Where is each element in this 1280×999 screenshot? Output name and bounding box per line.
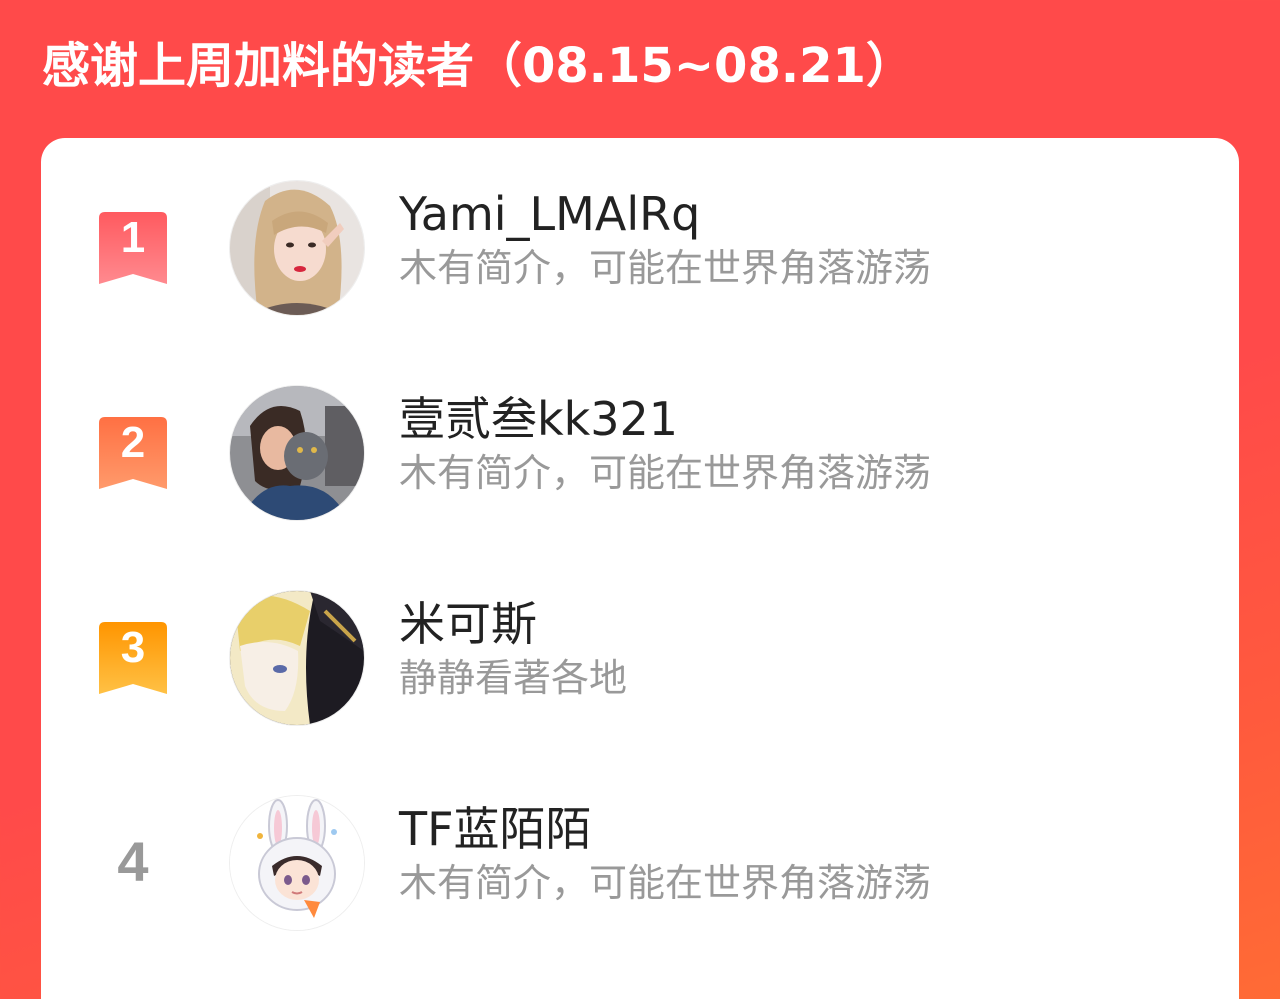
reader-name: 壹贰叁kk321 xyxy=(399,392,679,446)
list-item[interactable]: 2 壹贰叁kk321 木有简介，可能在世界角落游荡 xyxy=(41,383,1239,523)
reader-name: TF蓝陌陌 xyxy=(399,802,592,856)
rank-badge-icon: 1 xyxy=(99,212,167,284)
rank-number: 3 xyxy=(120,623,146,672)
reader-name: 米可斯 xyxy=(399,597,537,651)
rank-badge-icon: 2 xyxy=(99,417,167,489)
reader-bio: 木有简介，可能在世界角落游荡 xyxy=(399,451,932,495)
page-title: 感谢上周加料的读者（08.15~08.21） xyxy=(42,38,914,94)
list-item[interactable]: 1 Yami_LMAlRq 木有简介，可能在世界角落游荡 xyxy=(41,178,1239,318)
reader-bio: 木有简介，可能在世界角落游荡 xyxy=(399,246,932,290)
list-item[interactable]: 3 米可斯 静静看著各地 xyxy=(41,588,1239,728)
avatar[interactable] xyxy=(230,796,364,930)
reader-bio: 静静看著各地 xyxy=(399,656,628,700)
avatar[interactable] xyxy=(230,591,364,725)
rank-number: 1 xyxy=(120,213,146,262)
rank-badge-icon: 3 xyxy=(99,622,167,694)
list-item[interactable]: 4 TF蓝陌陌 木有简介，可能在世界角落游荡 xyxy=(41,793,1239,933)
rank-number: 4 xyxy=(117,830,149,893)
reader-bio: 木有简介，可能在世界角落游荡 xyxy=(399,861,932,905)
reader-name: Yami_LMAlRq xyxy=(399,187,701,241)
avatar[interactable] xyxy=(230,386,364,520)
reader-list-card: 1 Yami_LMAlRq 木有简介，可能在世界角落游荡 2 壹贰叁kk321 … xyxy=(41,138,1239,999)
avatar[interactable] xyxy=(230,181,364,315)
rank-number: 2 xyxy=(120,418,146,467)
